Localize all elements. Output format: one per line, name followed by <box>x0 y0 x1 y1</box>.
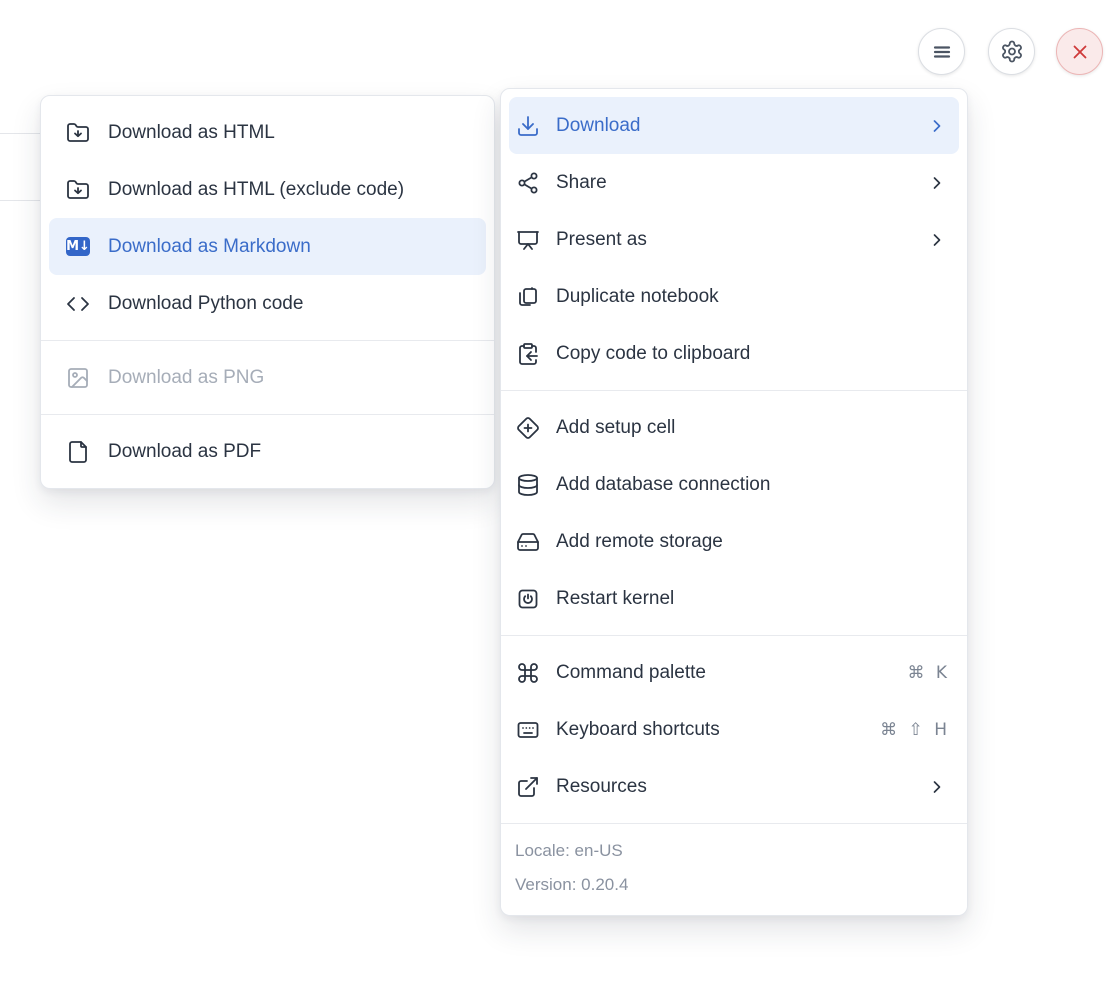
menu-footer: Locale: en-US Version: 0.20.4 <box>501 823 967 915</box>
menu-item-add-setup-cell[interactable]: Add setup cell <box>509 399 959 456</box>
menu-item-label: Resources <box>556 776 647 798</box>
version-text: Version: 0.20.4 <box>515 868 953 902</box>
shortcut-hint: ⌘ ⇧ H <box>880 720 947 740</box>
image-icon <box>66 366 90 390</box>
menu-item-duplicate-notebook[interactable]: Duplicate notebook <box>509 268 959 325</box>
menu-separator <box>41 414 494 415</box>
menu-item-command-palette[interactable]: Command palette ⌘ K <box>509 644 959 701</box>
menu-item-label: Add remote storage <box>556 531 723 553</box>
menu-item-download-as-html-exclude-code[interactable]: Download as HTML (exclude code) <box>49 161 486 218</box>
menu-item-share[interactable]: Share <box>509 154 959 211</box>
settings-button[interactable] <box>988 28 1035 75</box>
menu-item-label: Download as Markdown <box>108 236 311 258</box>
menu-item-label: Duplicate notebook <box>556 286 719 308</box>
menu-item-label: Download Python code <box>108 293 303 315</box>
chevron-right-icon <box>927 173 947 193</box>
keyboard-icon <box>516 718 540 742</box>
menu-item-label: Add database connection <box>556 474 770 496</box>
menu-item-label: Download <box>556 115 641 137</box>
menu-item-add-remote-storage[interactable]: Add remote storage <box>509 513 959 570</box>
chevron-right-icon <box>927 777 947 797</box>
hard-drive-icon <box>516 530 540 554</box>
download-submenu: Download as HTML Download as HTML (exclu… <box>40 95 495 489</box>
menu-separator <box>501 390 967 391</box>
menu-item-label: Download as PDF <box>108 441 261 463</box>
menu-item-label: Present as <box>556 229 647 251</box>
clipboard-copy-icon <box>516 342 540 366</box>
menu-item-label: Add setup cell <box>556 417 675 439</box>
menu-item-present-as[interactable]: Present as <box>509 211 959 268</box>
download-icon <box>516 114 540 138</box>
presentation-icon <box>516 228 540 252</box>
share-icon <box>516 171 540 195</box>
menu-item-resources[interactable]: Resources <box>509 758 959 815</box>
close-notebook-button[interactable] <box>1056 28 1103 75</box>
menu-item-label: Download as HTML (exclude code) <box>108 179 404 201</box>
menu-item-add-database-connection[interactable]: Add database connection <box>509 456 959 513</box>
app-window: Download as HTML Download as HTML (exclu… <box>0 0 1118 984</box>
menu-item-label: Download as HTML <box>108 122 275 144</box>
markdown-badge-icon: M↓ <box>66 235 90 259</box>
gear-icon <box>1000 40 1024 64</box>
menu-item-restart-kernel[interactable]: Restart kernel <box>509 570 959 627</box>
page-rule-line <box>0 133 41 134</box>
menu-item-keyboard-shortcuts[interactable]: Keyboard shortcuts ⌘ ⇧ H <box>509 701 959 758</box>
menu-separator <box>501 635 967 636</box>
notebook-actions-menu: Download Share Present as <box>500 88 968 916</box>
menu-item-label: Restart kernel <box>556 588 674 610</box>
power-square-icon <box>516 587 540 611</box>
menu-item-label: Share <box>556 172 607 194</box>
menu-item-download-as-markdown[interactable]: M↓ Download as Markdown <box>49 218 486 275</box>
menu-item-label: Command palette <box>556 662 706 684</box>
locale-text: Locale: en-US <box>515 834 953 868</box>
folder-download-icon <box>66 121 90 145</box>
chevron-right-icon <box>927 116 947 136</box>
duplicate-icon <box>516 285 540 309</box>
menu-item-label: Download as PNG <box>108 367 264 389</box>
hamburger-icon <box>930 40 954 64</box>
menu-item-download-as-png: Download as PNG <box>49 349 486 406</box>
menu-separator <box>41 340 494 341</box>
menu-item-download-as-html[interactable]: Download as HTML <box>49 104 486 161</box>
menu-item-download[interactable]: Download <box>509 97 959 154</box>
diamond-plus-icon <box>516 416 540 440</box>
chevron-right-icon <box>927 230 947 250</box>
menu-item-download-as-pdf[interactable]: Download as PDF <box>49 423 486 480</box>
database-icon <box>516 473 540 497</box>
folder-download-icon <box>66 178 90 202</box>
close-icon <box>1068 40 1092 64</box>
menu-item-copy-code-to-clipboard[interactable]: Copy code to clipboard <box>509 325 959 382</box>
menu-item-label: Keyboard shortcuts <box>556 719 720 741</box>
page-rule-line <box>0 200 41 201</box>
code-icon <box>66 292 90 316</box>
command-icon <box>516 661 540 685</box>
menu-item-label: Copy code to clipboard <box>556 343 750 365</box>
menu-item-download-python-code[interactable]: Download Python code <box>49 275 486 332</box>
notebook-menu-button[interactable] <box>918 28 965 75</box>
external-link-icon <box>516 775 540 799</box>
file-icon <box>66 440 90 464</box>
shortcut-hint: ⌘ K <box>907 663 947 683</box>
